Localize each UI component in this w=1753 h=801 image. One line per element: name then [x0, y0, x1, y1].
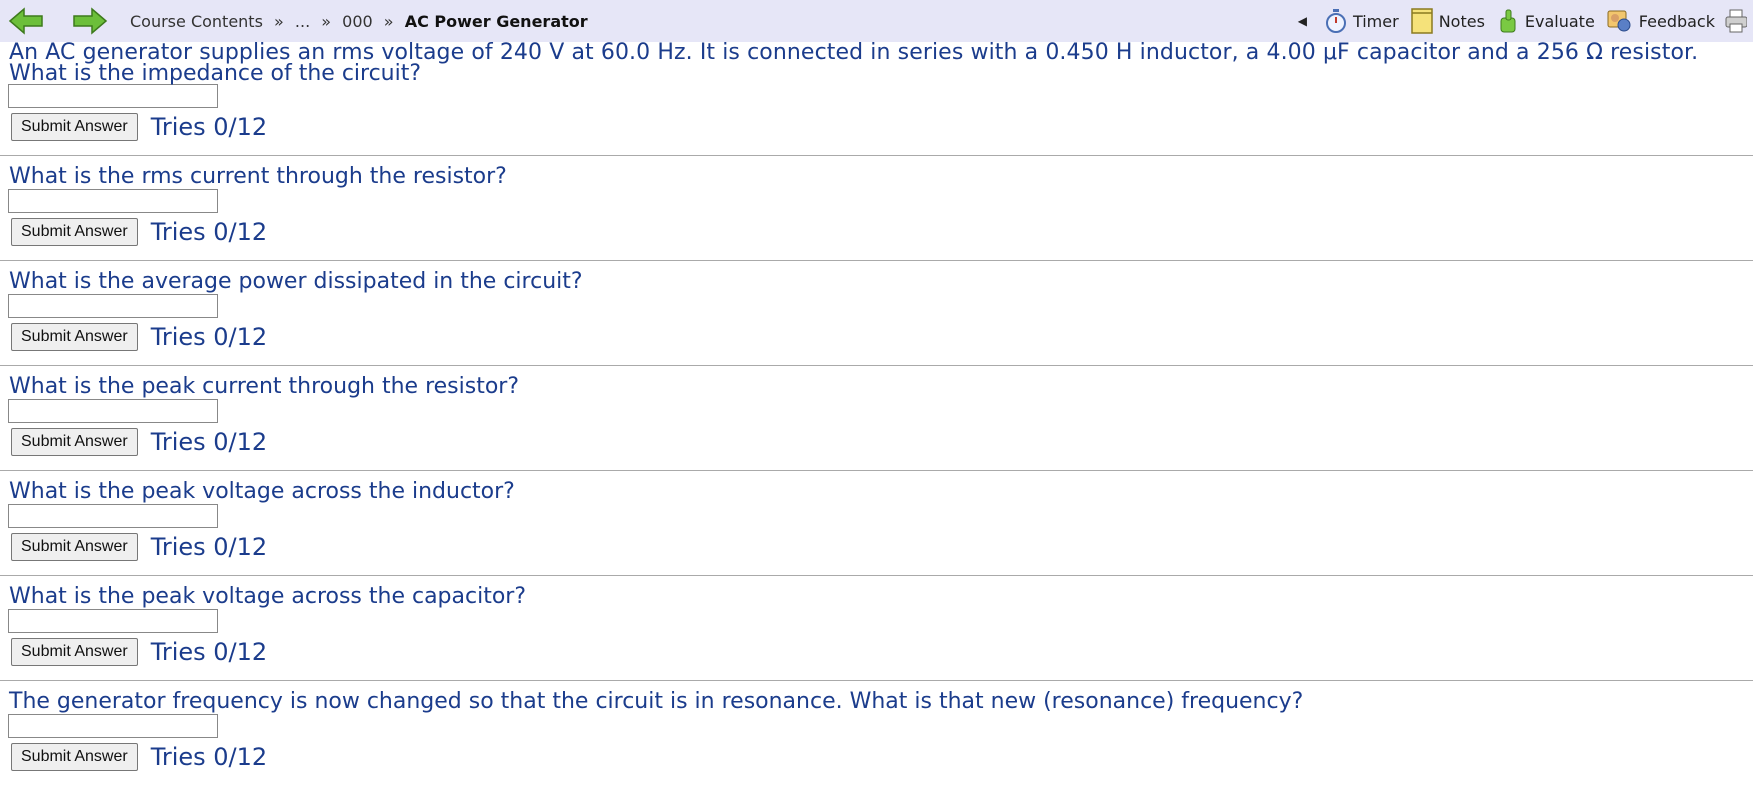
notes-button[interactable]: Notes — [1410, 8, 1485, 34]
problem-part-3: What is the average power dissipated in … — [0, 261, 1753, 366]
breadcrumb: Course Contents » ... » 000 » AC Power G… — [130, 12, 588, 31]
problem-part-2: What is the rms current through the resi… — [0, 156, 1753, 261]
printer-icon — [1725, 9, 1747, 33]
question-text: The generator frequency is now changed s… — [9, 689, 1304, 714]
problem-part-7: The generator frequency is now changed s… — [0, 681, 1753, 771]
answer-input[interactable] — [8, 504, 218, 528]
timer-button[interactable]: Timer — [1325, 9, 1399, 33]
tries-counter: Tries 0/12 — [150, 743, 268, 771]
breadcrumb-course-contents[interactable]: Course Contents — [130, 12, 263, 31]
breadcrumb-separator: » — [321, 11, 332, 31]
evaluate-label: Evaluate — [1524, 11, 1595, 31]
forward-arrow-icon[interactable] — [72, 7, 108, 35]
question-text: What is the impedance of the circuit? — [9, 61, 422, 86]
problem-part-5: What is the peak voltage across the indu… — [0, 471, 1753, 576]
submit-answer-button[interactable]: Submit Answer — [11, 638, 138, 666]
submit-answer-button[interactable]: Submit Answer — [11, 218, 138, 246]
print-button[interactable] — [1725, 8, 1753, 34]
breadcrumb-separator: » — [383, 11, 394, 31]
submit-answer-button[interactable]: Submit Answer — [11, 113, 138, 141]
answer-input[interactable] — [8, 294, 218, 318]
question-text: What is the average power dissipated in … — [9, 269, 583, 294]
tries-counter: Tries 0/12 — [150, 323, 268, 351]
tries-counter: Tries 0/12 — [150, 428, 268, 456]
tries-counter: Tries 0/12 — [150, 218, 268, 246]
notepad-icon — [1410, 8, 1433, 34]
answer-input[interactable] — [8, 84, 218, 108]
back-arrow-icon[interactable] — [8, 7, 44, 35]
submit-answer-button[interactable]: Submit Answer — [11, 428, 138, 456]
timer-label: Timer — [1352, 11, 1399, 31]
problem-part-6: What is the peak voltage across the capa… — [0, 576, 1753, 681]
submit-answer-button[interactable]: Submit Answer — [11, 533, 138, 561]
answer-input[interactable] — [8, 399, 218, 423]
answer-input[interactable] — [8, 609, 218, 633]
stopwatch-icon — [1325, 9, 1346, 33]
feedback-label: Feedback — [1638, 11, 1715, 31]
evaluate-button[interactable]: Evaluate — [1497, 8, 1595, 34]
tries-counter: Tries 0/12 — [150, 113, 268, 141]
feedback-icon — [1607, 10, 1631, 32]
problem-area: An AC generator supplies an rms voltage … — [0, 42, 1753, 771]
breadcrumb-folder[interactable]: 000 — [342, 12, 373, 31]
answer-input[interactable] — [8, 714, 218, 738]
toolbar: ◀ Timer Notes Evaluate Feedback — [1298, 0, 1753, 42]
question-text: What is the peak current through the res… — [9, 374, 520, 399]
breadcrumb-ellipsis[interactable]: ... — [295, 12, 310, 31]
thumbs-up-icon — [1500, 9, 1516, 33]
top-navigation-bar: Course Contents » ... » 000 » AC Power G… — [0, 0, 1753, 42]
question-text: What is the peak voltage across the capa… — [9, 584, 527, 609]
submit-answer-button[interactable]: Submit Answer — [11, 743, 138, 771]
collapse-toolbar-icon[interactable]: ◀ — [1298, 14, 1307, 28]
breadcrumb-separator: » — [274, 11, 284, 31]
question-text: What is the peak voltage across the indu… — [9, 479, 515, 504]
breadcrumb-current-page: AC Power Generator — [404, 11, 588, 31]
tries-counter: Tries 0/12 — [150, 638, 268, 666]
notes-label: Notes — [1438, 11, 1485, 31]
problem-part-1: What is the impedance of the circuit? Su… — [0, 61, 1753, 156]
feedback-button[interactable]: Feedback — [1607, 8, 1715, 34]
submit-answer-button[interactable]: Submit Answer — [11, 323, 138, 351]
question-text: What is the rms current through the resi… — [9, 164, 507, 189]
answer-input[interactable] — [8, 189, 218, 213]
problem-part-4: What is the peak current through the res… — [0, 366, 1753, 471]
tries-counter: Tries 0/12 — [150, 533, 268, 561]
